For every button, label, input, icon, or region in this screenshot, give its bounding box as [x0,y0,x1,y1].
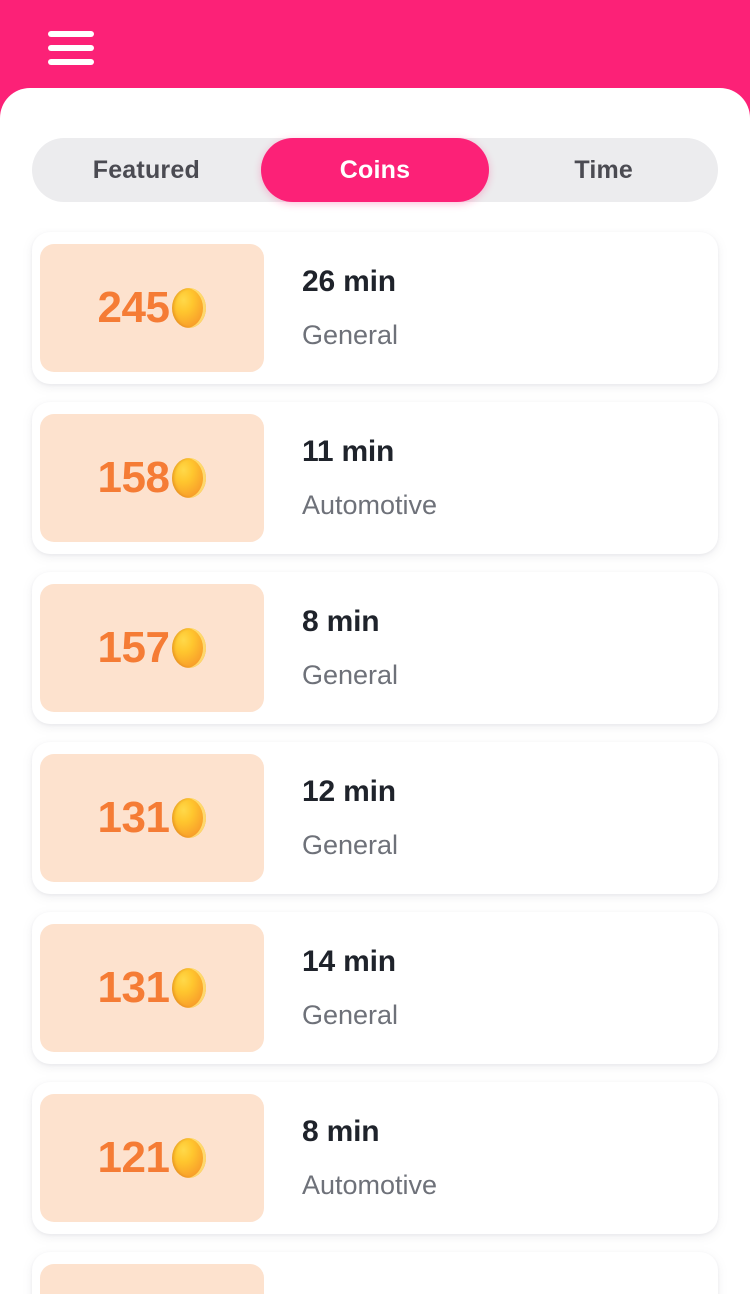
coin-badge: 121 [40,1094,264,1222]
list-item-category: General [302,320,399,351]
list-item-category: General [302,1000,399,1031]
app-root: Featured Coins Time 245 26 min General 158 1… [0,0,750,1294]
tab-time[interactable]: Time [489,138,718,202]
tab-featured[interactable]: Featured [32,138,261,202]
list-item-category: General [302,660,399,691]
list-item-category: Automotive [302,490,438,521]
coin-badge [40,1264,264,1294]
list-item[interactable]: 131 14 min General [32,912,718,1064]
coin-count: 131 [97,963,170,1012]
coin-icon [172,628,207,668]
hamburger-bar-2 [48,45,94,51]
content-sheet: Featured Coins Time 245 26 min General 158 1… [0,88,750,1294]
coin-count: 158 [97,453,170,502]
hamburger-menu-icon[interactable] [48,31,94,65]
list-item[interactable]: 245 26 min General [32,232,718,384]
list-item[interactable]: 121 8 min Automotive [32,1082,718,1234]
coin-badge: 245 [40,244,264,372]
coin-icon [172,968,207,1008]
list-item-time: 8 min [302,1114,380,1148]
coin-count: 131 [97,793,170,842]
coin-badge: 157 [40,584,264,712]
segmented-tab-bar: Featured Coins Time [32,138,718,202]
list-item[interactable] [32,1252,718,1294]
list-item-body: 8 min General [302,605,398,692]
coin-badge: 131 [40,754,264,882]
hamburger-bar-1 [48,31,94,37]
coin-count: 121 [97,1133,170,1182]
coin-icon [172,458,207,498]
list-item-body: 12 min General [302,775,398,862]
coin-count: 157 [97,623,170,672]
hamburger-bar-3 [48,59,94,65]
list-item-body: 11 min Automotive [302,435,437,522]
list-item-time: 11 min [302,434,395,468]
list-item-time: 14 min [302,944,396,978]
coin-icon [172,288,207,328]
list-item-body: 26 min General [302,265,398,352]
app-header [0,0,750,96]
coin-count: 245 [97,283,170,332]
coin-badge: 158 [40,414,264,542]
tab-coins-label: Coins [339,155,411,184]
list-item[interactable]: 157 8 min General [32,572,718,724]
list-item-time: 26 min [302,264,396,298]
list-item-body: 14 min General [302,945,398,1032]
tab-featured-label: Featured [92,155,200,184]
list-item-category: Automotive [302,1170,438,1201]
coin-icon [172,798,207,838]
list-item-category: General [302,830,399,861]
list-item[interactable]: 158 11 min Automotive [32,402,718,554]
tab-coins[interactable]: Coins [260,138,490,202]
coin-badge: 131 [40,924,264,1052]
offer-list[interactable]: 245 26 min General 158 11 min Automotive 157 8 … [0,228,750,1294]
tab-time-label: Time [574,155,634,184]
list-item[interactable]: 131 12 min General [32,742,718,894]
coin-icon [172,1138,207,1178]
list-item-body: 8 min Automotive [302,1115,437,1202]
list-item-time: 12 min [302,774,396,808]
list-item-time: 8 min [302,604,380,638]
